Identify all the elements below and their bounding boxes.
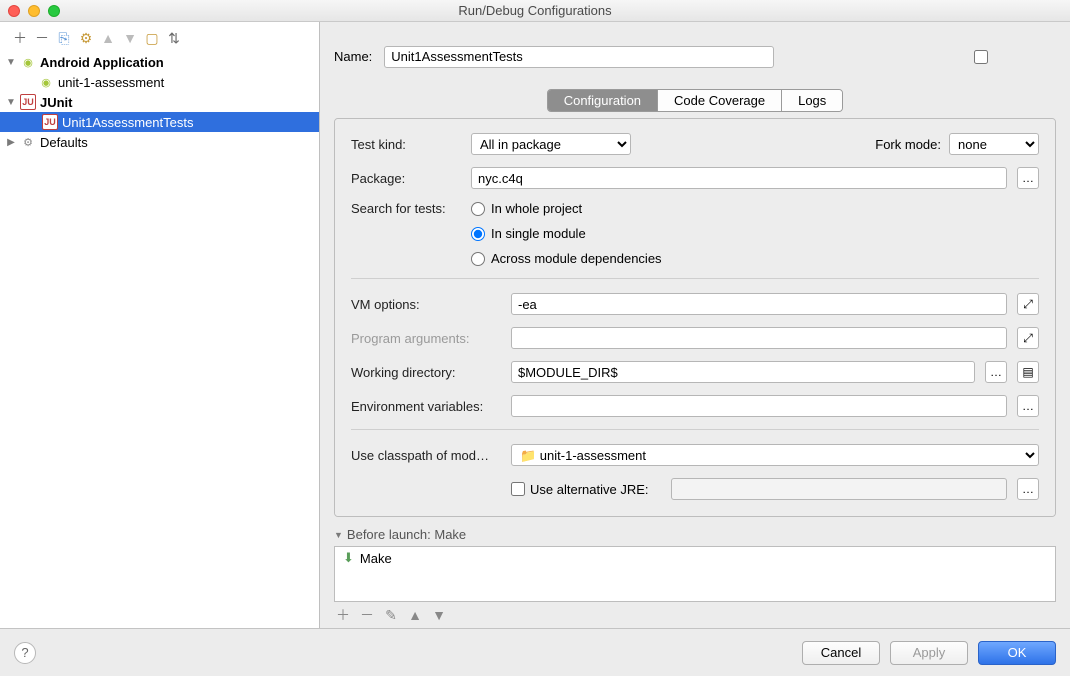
program-arguments-expand-button[interactable]: ⤢ <box>1017 327 1039 349</box>
radio-single-module[interactable]: In single module <box>471 226 662 241</box>
separator <box>351 429 1039 430</box>
tree-node-android-application[interactable]: ▼ ◉ Android Application <box>0 52 319 72</box>
tab-logs[interactable]: Logs <box>782 90 842 111</box>
help-button[interactable]: ? <box>14 642 36 664</box>
working-directory-label: Working directory: <box>351 365 501 380</box>
working-directory-input[interactable] <box>511 361 975 383</box>
classpath-select[interactable]: 📁 unit-1-assessment <box>511 444 1039 466</box>
working-directory-vars-button[interactable]: ▤ <box>1017 361 1039 383</box>
add-icon[interactable]: ＋ <box>334 606 352 624</box>
separator <box>351 278 1039 279</box>
tab-bar: Configuration Code Coverage Logs <box>547 89 844 112</box>
name-label: Name: <box>334 49 372 64</box>
package-input[interactable] <box>471 167 1007 189</box>
folder-icon[interactable]: ▢ <box>144 30 160 46</box>
tree-label: unit-1-assessment <box>58 75 164 90</box>
expand-icon[interactable]: ▶ <box>6 137 16 148</box>
move-up-icon[interactable]: ▲ <box>406 606 424 624</box>
share-checkbox[interactable]: Share <box>786 49 1070 64</box>
before-launch-list[interactable]: ⬇Make <box>334 546 1056 602</box>
remove-icon[interactable]: － <box>34 30 50 46</box>
tree-node-unit1assessmenttests[interactable]: JU Unit1AssessmentTests <box>0 112 319 132</box>
working-directory-browse-button[interactable]: … <box>985 361 1007 383</box>
search-for-tests-label: Search for tests: <box>351 201 461 216</box>
vm-options-input[interactable] <box>511 293 1007 315</box>
before-launch-section: ▼ Before launch: Make ⬇Make ＋ － ✎ ▲ ▼ <box>334 527 1056 628</box>
expand-icon[interactable]: ▼ <box>6 97 16 108</box>
fork-mode-select[interactable]: none <box>949 133 1039 155</box>
gear-icon: ⚙ <box>20 134 36 150</box>
android-icon: ◉ <box>38 74 54 90</box>
vm-options-label: VM options: <box>351 297 501 312</box>
program-arguments-label: Program arguments: <box>351 331 501 346</box>
copy-icon[interactable]: ⎘ <box>56 30 72 46</box>
add-icon[interactable]: ＋ <box>12 30 28 46</box>
android-icon: ◉ <box>20 54 36 70</box>
env-vars-browse-button[interactable]: … <box>1017 395 1039 417</box>
remove-icon[interactable]: － <box>358 606 376 624</box>
env-vars-input[interactable] <box>511 395 1007 417</box>
vm-options-expand-button[interactable]: ⤢ <box>1017 293 1039 315</box>
move-down-icon[interactable]: ▼ <box>430 606 448 624</box>
alt-jre-checkbox[interactable]: Use alternative JRE: <box>511 482 661 497</box>
junit-icon: JU <box>42 114 58 130</box>
move-up-icon[interactable]: ▲ <box>100 30 116 46</box>
before-launch-title: Before launch: Make <box>347 527 466 542</box>
cancel-button[interactable]: Cancel <box>802 641 880 665</box>
package-label: Package: <box>351 171 461 186</box>
name-input[interactable] <box>384 46 774 68</box>
fork-mode-label: Fork mode: <box>875 137 941 152</box>
make-icon: ⬇ <box>343 550 354 566</box>
tree-label: Android Application <box>40 55 164 70</box>
classpath-label: Use classpath of mod… <box>351 448 501 463</box>
radio-across-dependencies[interactable]: Across module dependencies <box>471 251 662 266</box>
titlebar: Run/Debug Configurations <box>0 0 1070 22</box>
main-content: Name: Share Single instance only Configu… <box>320 22 1070 628</box>
junit-icon: JU <box>20 94 36 110</box>
tree-label: JUnit <box>40 95 73 110</box>
sort-icon[interactable]: ⇅ <box>166 30 182 46</box>
package-browse-button[interactable]: … <box>1017 167 1039 189</box>
expand-icon[interactable]: ▼ <box>6 57 16 68</box>
tree-node-unit-1-assessment-app[interactable]: ◉ unit-1-assessment <box>0 72 319 92</box>
ok-button[interactable]: OK <box>978 641 1056 665</box>
collapse-icon[interactable]: ▼ <box>334 530 343 540</box>
configuration-tree: ▼ ◉ Android Application ◉ unit-1-assessm… <box>0 52 319 620</box>
tree-node-junit[interactable]: ▼ JU JUnit <box>0 92 319 112</box>
test-kind-select[interactable]: All in package <box>471 133 631 155</box>
configuration-panel: Test kind: All in package Fork mode: non… <box>334 118 1056 517</box>
sidebar: ＋ － ⎘ ⚙ ▲ ▼ ▢ ⇅ ▼ ◉ Android Application … <box>0 22 320 628</box>
tree-node-defaults[interactable]: ▶ ⚙ Defaults <box>0 132 319 152</box>
list-item[interactable]: ⬇Make <box>335 547 1055 569</box>
alt-jre-input <box>671 478 1007 500</box>
move-down-icon[interactable]: ▼ <box>122 30 138 46</box>
tree-label: Defaults <box>40 135 88 150</box>
dialog-footer: ? Cancel Apply OK <box>0 628 1070 676</box>
program-arguments-input[interactable] <box>511 327 1007 349</box>
settings-icon[interactable]: ⚙ <box>78 30 94 46</box>
apply-button[interactable]: Apply <box>890 641 968 665</box>
env-vars-label: Environment variables: <box>351 399 501 414</box>
test-kind-label: Test kind: <box>351 137 461 152</box>
tree-label: Unit1AssessmentTests <box>62 115 194 130</box>
alt-jre-browse-button[interactable]: … <box>1017 478 1039 500</box>
radio-whole-project[interactable]: In whole project <box>471 201 662 216</box>
tab-configuration[interactable]: Configuration <box>548 90 658 111</box>
edit-icon[interactable]: ✎ <box>382 606 400 624</box>
window-title: Run/Debug Configurations <box>0 3 1070 18</box>
sidebar-toolbar: ＋ － ⎘ ⚙ ▲ ▼ ▢ ⇅ <box>0 30 319 52</box>
tab-code-coverage[interactable]: Code Coverage <box>658 90 782 111</box>
